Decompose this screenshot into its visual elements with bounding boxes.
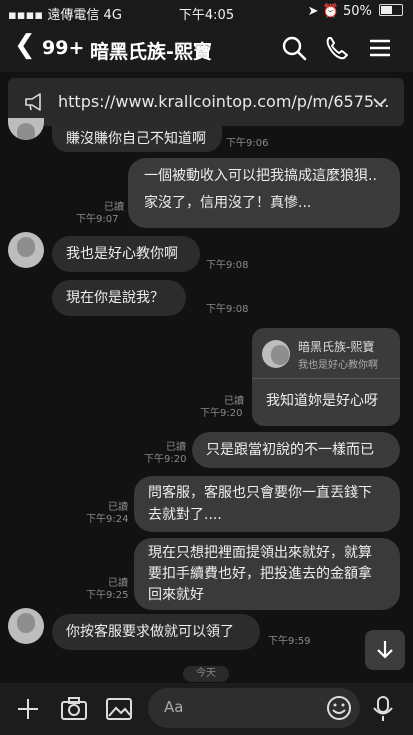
message-time: 下午9:25 xyxy=(86,590,129,601)
alarm-icon: ⏰ xyxy=(322,4,339,19)
read-receipt: 已讀 xyxy=(104,202,124,213)
message-input-placeholder: Aa xyxy=(164,698,184,716)
message-bubble[interactable]: 賺沒賺你自己不知道啊 xyxy=(52,126,222,152)
mic-icon[interactable] xyxy=(372,695,394,723)
message-text: 現在只想把裡面提領出來就好，就算 xyxy=(148,545,372,561)
message-time: 下午9:07 xyxy=(76,214,119,225)
quote-sender: 暗黑氏族-熙寶 xyxy=(298,340,375,354)
message-bubble[interactable]: 現在你是說我？ xyxy=(52,280,186,316)
battery-icon xyxy=(379,4,403,16)
read-receipt: 已讀 xyxy=(108,502,128,513)
message-time: 下午9:08 xyxy=(206,260,249,271)
message-bubble[interactable]: 你按客服要求做就可以領了 xyxy=(52,614,260,650)
scroll-down-button[interactable] xyxy=(365,630,405,670)
composer-bar: Aa xyxy=(0,683,413,735)
read-receipt: 已讀 xyxy=(108,578,128,589)
megaphone-icon xyxy=(25,93,41,111)
menu-icon[interactable] xyxy=(366,34,394,62)
banner-url[interactable]: https://www.krallcointop.com/p/m/6575... xyxy=(58,92,389,111)
avatar[interactable] xyxy=(8,232,44,268)
phone-icon[interactable] xyxy=(323,34,351,62)
quote-text: 我也是好心教你啊 xyxy=(298,360,378,371)
avatar[interactable] xyxy=(8,118,44,140)
reply-quote[interactable]: 暗黑氏族-熙寶 我也是好心教你啊 我知道妳是好心呀 xyxy=(252,328,400,426)
message-bubble[interactable]: 現在只想把裡面提領出來就好，就算 要扣手續費也好，把投進去的金額拿 回來就好 xyxy=(134,538,400,610)
message-text: 家沒了，信用沒了！真慘... xyxy=(144,195,312,211)
status-bar: ▪▪▪▪ 遠傳電信 4G 下午4:05 ➤ ⏰ 50% xyxy=(0,0,413,24)
chat-header: ❮ 99+ 暗黑氏族-熙寶 xyxy=(0,24,413,72)
announcement-banner[interactable]: https://www.krallcointop.com/p/m/6575... xyxy=(8,78,404,126)
message-text: 我知道妳是好心呀 xyxy=(266,393,378,409)
battery-status: ➤ ⏰ 50% xyxy=(308,4,403,19)
message-time: 下午9:20 xyxy=(144,454,187,465)
message-text: 要扣手續費也好，把投進去的金額拿 xyxy=(148,566,372,582)
camera-icon[interactable] xyxy=(60,697,88,721)
message-text: 去就對了.... xyxy=(148,507,222,523)
message-time: 下午9:59 xyxy=(268,636,311,647)
scroll-down-icon xyxy=(377,641,393,659)
read-receipt: 已讀 xyxy=(224,396,244,407)
message-time: 下午9:06 xyxy=(226,138,269,149)
location-icon: ➤ xyxy=(307,4,319,19)
message-time: 下午9:24 xyxy=(86,514,129,525)
quote-avatar xyxy=(262,340,290,368)
avatar[interactable] xyxy=(8,608,44,644)
read-receipt: 已讀 xyxy=(166,442,186,453)
message-bubble[interactable]: 我也是好心教你啊 xyxy=(52,236,200,272)
message-text: 問客服，客服也只會要你一直丟錢下 xyxy=(148,485,372,501)
message-text: 回來就好 xyxy=(148,587,204,603)
quote-divider xyxy=(252,378,400,379)
unread-count[interactable]: 99+ xyxy=(42,37,84,59)
search-icon[interactable] xyxy=(280,34,308,62)
message-time: 下午9:08 xyxy=(206,304,249,315)
chevron-down-icon[interactable] xyxy=(372,96,388,108)
back-icon[interactable]: ❮ xyxy=(14,30,36,60)
battery-percent: 50% xyxy=(342,4,372,19)
message-bubble[interactable]: 只是跟當初說的不一樣而已 xyxy=(192,432,400,468)
chat-title: 暗黑氏族-熙寶 xyxy=(90,41,212,63)
image-icon[interactable] xyxy=(105,697,133,721)
plus-icon[interactable] xyxy=(16,697,40,721)
message-text: 一個被動收入可以把我搞成這麼狼狽.. xyxy=(144,168,377,184)
date-separator: 今天 xyxy=(183,666,229,682)
emoji-icon[interactable] xyxy=(326,695,352,721)
message-time: 下午9:20 xyxy=(200,408,243,419)
message-input[interactable]: Aa xyxy=(148,688,360,728)
message-bubble[interactable]: 問客服，客服也只會要你一直丟錢下 去就對了.... xyxy=(134,476,400,532)
message-bubble[interactable]: 一個被動收入可以把我搞成這麼狼狽.. 家沒了，信用沒了！真慘... xyxy=(128,158,400,228)
